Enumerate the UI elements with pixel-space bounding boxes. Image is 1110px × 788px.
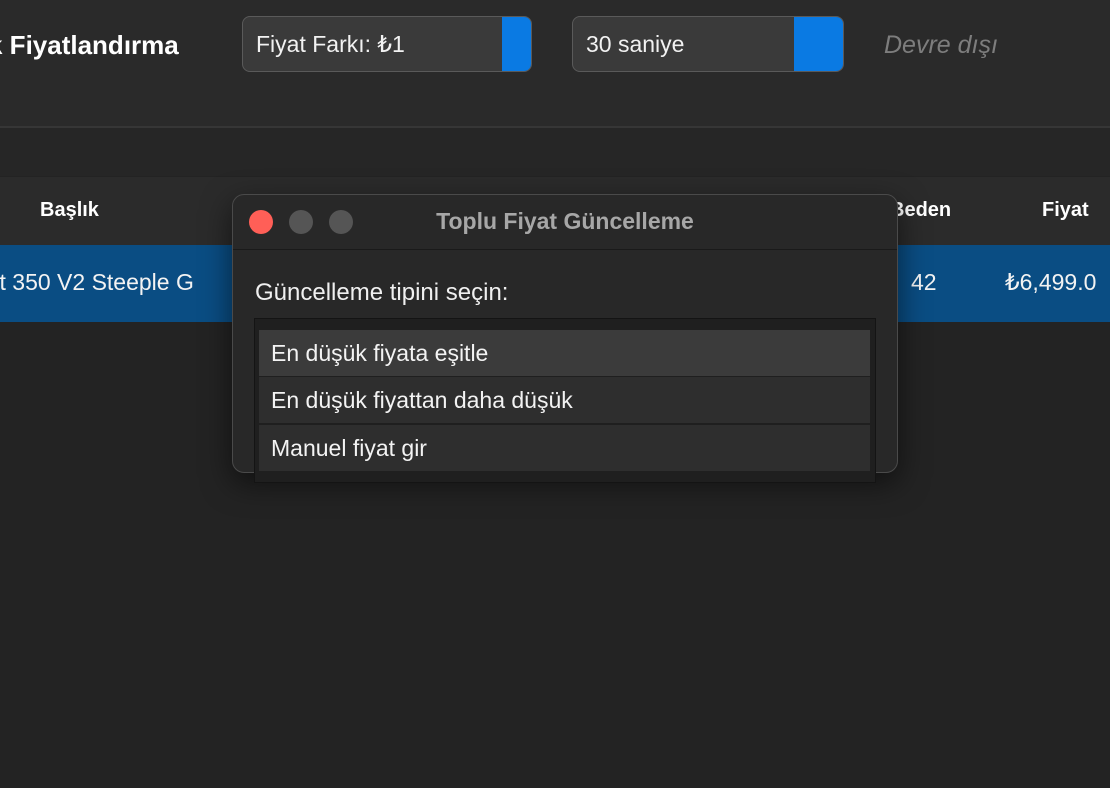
dialog-titlebar: Toplu Fiyat Güncelleme: [233, 195, 897, 250]
interval-value: 30 saniye: [586, 31, 685, 57]
price-diff-value: Fiyat Farkı: ₺1: [256, 31, 405, 57]
column-header-title[interactable]: Başlık: [40, 199, 99, 222]
cell-title: st 350 V2 Steeple G: [0, 269, 194, 295]
page-title-text: k Fiyatlandırma: [0, 30, 179, 60]
column-header-price[interactable]: Fiyat: [1042, 199, 1089, 222]
price-diff-select[interactable]: Fiyat Farkı: ₺1: [242, 16, 532, 72]
price-diff-stepper[interactable]: [502, 17, 531, 71]
dialog-title: Toplu Fiyat Güncelleme: [436, 208, 694, 234]
interval-stepper[interactable]: [794, 17, 843, 71]
toolbar-divider-strip: [0, 128, 1110, 176]
status-label: Devre dışı: [884, 31, 998, 59]
cell-size: 42: [911, 269, 937, 295]
option-manual-price[interactable]: Manuel fiyat gir: [259, 425, 870, 471]
option-below-lowest[interactable]: En düşük fiyattan daha düşük: [259, 377, 870, 423]
option-match-lowest[interactable]: En düşük fiyata eşitle: [259, 330, 870, 376]
column-header-size[interactable]: Beden: [890, 199, 951, 222]
update-type-list[interactable]: En düşük fiyata eşitle En düşük fiyattan…: [254, 318, 876, 483]
cell-price: ₺6,499.0: [1005, 269, 1097, 295]
toolbar: k Fiyatlandırma Fiyat Farkı: ₺1 30 saniy…: [0, 0, 1110, 128]
app-window: k Fiyatlandırma Fiyat Farkı: ₺1 30 saniy…: [0, 0, 1110, 788]
dialog-prompt: Güncelleme tipini seçin:: [255, 279, 509, 306]
interval-select[interactable]: 30 saniye: [572, 16, 844, 72]
